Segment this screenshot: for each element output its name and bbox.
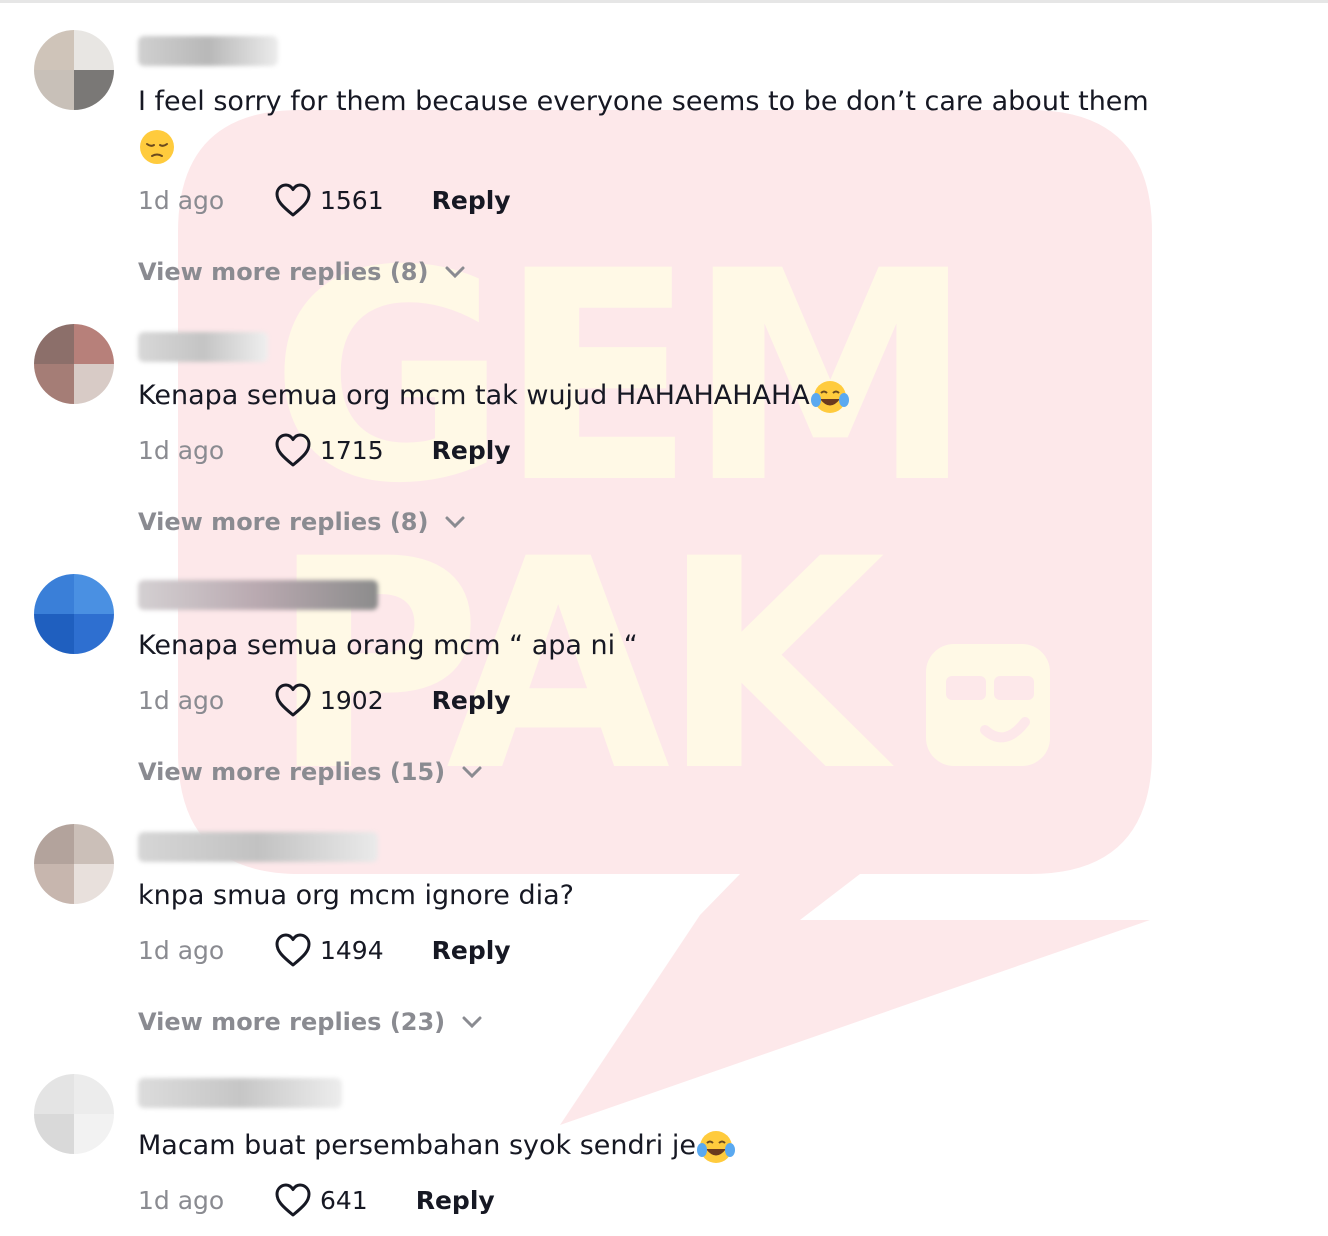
like-count: 1494 [320, 935, 384, 965]
tears-of-joy-face-icon [696, 1130, 735, 1163]
username-blurred[interactable] [138, 36, 278, 66]
username-blurred[interactable] [138, 1078, 342, 1108]
heart-icon [275, 183, 311, 217]
comment-meta: 1d ago 1715 Reply [138, 430, 738, 470]
top-divider [0, 0, 1328, 3]
view-more-replies-button[interactable]: View more replies (15) [138, 752, 483, 792]
chevron-down-icon [445, 516, 465, 529]
like-count: 641 [320, 1185, 368, 1215]
like-button[interactable]: 1715 [274, 432, 384, 468]
timestamp: 1d ago [138, 1185, 225, 1215]
timestamp: 1d ago [138, 435, 225, 465]
reply-button[interactable]: Reply [432, 186, 511, 215]
avatar[interactable] [34, 1074, 114, 1154]
view-more-replies-button[interactable]: View more replies (23) [138, 1002, 483, 1042]
comment-text: Kenapa semua orang mcm “ apa ni “ [138, 630, 638, 661]
view-more-replies-button[interactable]: View more replies (8) [138, 252, 466, 292]
avatar[interactable] [34, 324, 114, 404]
view-more-replies-label: View more replies (23) [138, 1008, 446, 1036]
comment-text: knpa smua org mcm ignore dia? [138, 880, 575, 911]
heart-icon [275, 683, 311, 717]
view-more-replies-label: View more replies (8) [138, 508, 429, 536]
reply-button[interactable]: Reply [432, 686, 511, 715]
view-more-replies-label: View more replies (15) [138, 758, 446, 786]
view-more-replies-label: View more replies (8) [138, 258, 429, 286]
timestamp: 1d ago [138, 685, 225, 715]
timestamp: 1d ago [138, 935, 225, 965]
avatar[interactable] [34, 574, 114, 654]
like-count: 1715 [320, 435, 384, 465]
reply-button[interactable]: Reply [432, 436, 511, 465]
like-button[interactable]: 1561 [274, 182, 384, 218]
chevron-down-icon [445, 266, 465, 279]
reply-button[interactable]: Reply [416, 1186, 495, 1215]
chevron-down-icon [462, 766, 482, 779]
pensive-face-icon [140, 129, 174, 164]
like-count: 1902 [320, 685, 384, 715]
comment-text: I feel sorry for them because everyone s… [138, 80, 1218, 168]
avatar[interactable] [34, 824, 114, 904]
comment-meta: 1d ago 1494 Reply [138, 930, 738, 970]
username-blurred[interactable] [138, 332, 268, 362]
like-button[interactable]: 641 [274, 1182, 368, 1218]
comment-text: Macam buat persembahan syok sendri je [138, 1124, 1218, 1168]
timestamp: 1d ago [138, 185, 225, 215]
tears-of-joy-face-icon [810, 380, 849, 413]
reply-button[interactable]: Reply [432, 936, 511, 965]
comment-meta: 1d ago 1902 Reply [138, 680, 738, 720]
avatar[interactable] [34, 30, 114, 110]
like-count: 1561 [320, 185, 384, 215]
username-blurred[interactable] [138, 580, 378, 610]
comment-meta: 1d ago 1561 Reply [138, 180, 738, 220]
comment-meta: 1d ago 641 Reply [138, 1180, 738, 1220]
comment-text: Kenapa semua org mcm tak wujud HAHAHAHAH… [138, 374, 1218, 418]
heart-icon [275, 1183, 311, 1217]
like-button[interactable]: 1902 [274, 682, 384, 718]
chevron-down-icon [462, 1016, 482, 1029]
like-button[interactable]: 1494 [274, 932, 384, 968]
heart-icon [275, 933, 311, 967]
view-more-replies-button[interactable]: View more replies (8) [138, 502, 466, 542]
username-blurred[interactable] [138, 832, 378, 862]
heart-icon [275, 433, 311, 467]
